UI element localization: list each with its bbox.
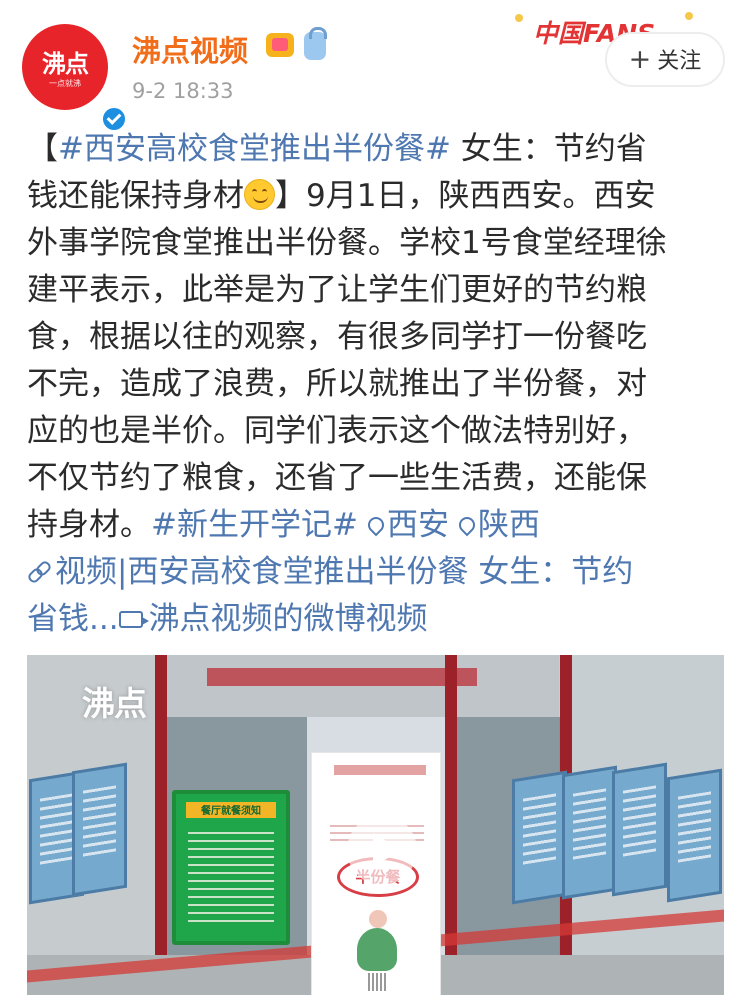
follow-button-label: 关注 — [657, 49, 702, 74]
link-icon — [27, 560, 49, 582]
dining-notice-board: 餐厅就餐须知 — [172, 790, 290, 945]
location-pin-icon — [366, 517, 382, 535]
avatar-logo-text: 沸点 — [42, 50, 89, 78]
post-line-10: 视频|西安高校食堂推出半份餐 女生：节约 — [27, 549, 727, 596]
student-illustration — [357, 910, 397, 971]
vip-crown-icon — [266, 33, 294, 57]
post-line-1: 【#西安高校食堂推出半份餐# 女生：节约省 — [27, 126, 727, 173]
information-board — [612, 762, 667, 897]
post-text-2b: 】9月1日，陕西西安。西安 — [275, 178, 656, 214]
location-pin-icon — [457, 517, 473, 535]
avatar[interactable]: 沸点 一点就沸 — [22, 24, 128, 133]
school-bag-icon — [304, 27, 327, 60]
entrance-signboard — [207, 668, 477, 686]
post-text-9: 持身材。 — [27, 507, 151, 543]
post-line-4: 建平表示，此举是为了让学生们更好的节约粮 — [27, 272, 647, 308]
information-board — [512, 770, 567, 905]
post-line-11: 省钱... 沸点视频的微博视频 — [27, 596, 727, 643]
notice-text-lines — [188, 832, 274, 928]
qr-code-icon — [368, 973, 386, 991]
topic-link-new-semester[interactable]: #新生开学记# — [151, 507, 358, 543]
smile-icon — [244, 179, 275, 210]
title-bracket: 【 — [27, 131, 58, 167]
avatar-logo-subtext: 一点就沸 — [49, 79, 81, 88]
door-frame — [155, 655, 167, 995]
play-button-icon[interactable] — [347, 815, 417, 885]
title-text: 女生：节约省 — [450, 131, 647, 167]
post-timestamp: 9-2 18:33 — [132, 79, 234, 103]
location-link-xian[interactable]: 西安 — [387, 507, 449, 543]
post-line-3: 外事学院食堂推出半份餐。学校1号食堂经理徐 — [27, 225, 667, 261]
video-title-link[interactable]: 视频|西安高校食堂推出半份餐 女生：节约 — [55, 554, 633, 590]
post-text-2a: 钱还能保持身材 — [27, 178, 244, 214]
post-line-6: 不完，造成了浪费，所以就推出了半份餐，对 — [27, 366, 647, 402]
post-line-5: 食，根据以往的观察，有很多同学打一份餐吃 — [27, 319, 647, 355]
follow-button[interactable]: + 关注 — [605, 32, 725, 87]
dining-notice-title: 餐厅就餐须知 — [186, 802, 276, 818]
account-name[interactable]: 沸点视频 — [132, 28, 248, 70]
post-line-7: 应的也是半价。同学们表示这个做法特别好， — [27, 413, 647, 449]
video-title-link-continued[interactable]: 省钱... — [27, 601, 119, 637]
plus-icon: + — [628, 44, 652, 75]
information-board — [72, 762, 127, 897]
topic-link-canteen[interactable]: #西安高校食堂推出半份餐# — [58, 131, 451, 167]
information-board — [562, 765, 617, 900]
post-line-8: 不仅节约了粮食，还省了一些生活费，还能保 — [27, 460, 647, 496]
video-icon — [118, 611, 149, 628]
post-header: 沸点 一点就沸 沸点视频 9-2 18:33 中国FANS + 关注 — [0, 0, 750, 133]
video-thumbnail[interactable]: 餐厅就餐须知 半份餐 沸点 — [27, 655, 724, 995]
post-line-9: 持身材。#新生开学记# 西安 陕西 — [27, 502, 727, 549]
post-line-2: 钱还能保持身材 】9月1日，陕西西安。西安 — [27, 173, 727, 220]
post-body: 【#西安高校食堂推出半份餐# 女生：节约省 钱还能保持身材 】9月1日，陕西西安。… — [27, 126, 727, 643]
poster-header — [334, 765, 426, 775]
location-link-shaanxi[interactable]: 陕西 — [478, 507, 540, 543]
video-watermark: 沸点 — [82, 684, 147, 723]
weibo-video-link[interactable]: 沸点视频的微博视频 — [149, 601, 428, 637]
information-board — [667, 768, 722, 903]
